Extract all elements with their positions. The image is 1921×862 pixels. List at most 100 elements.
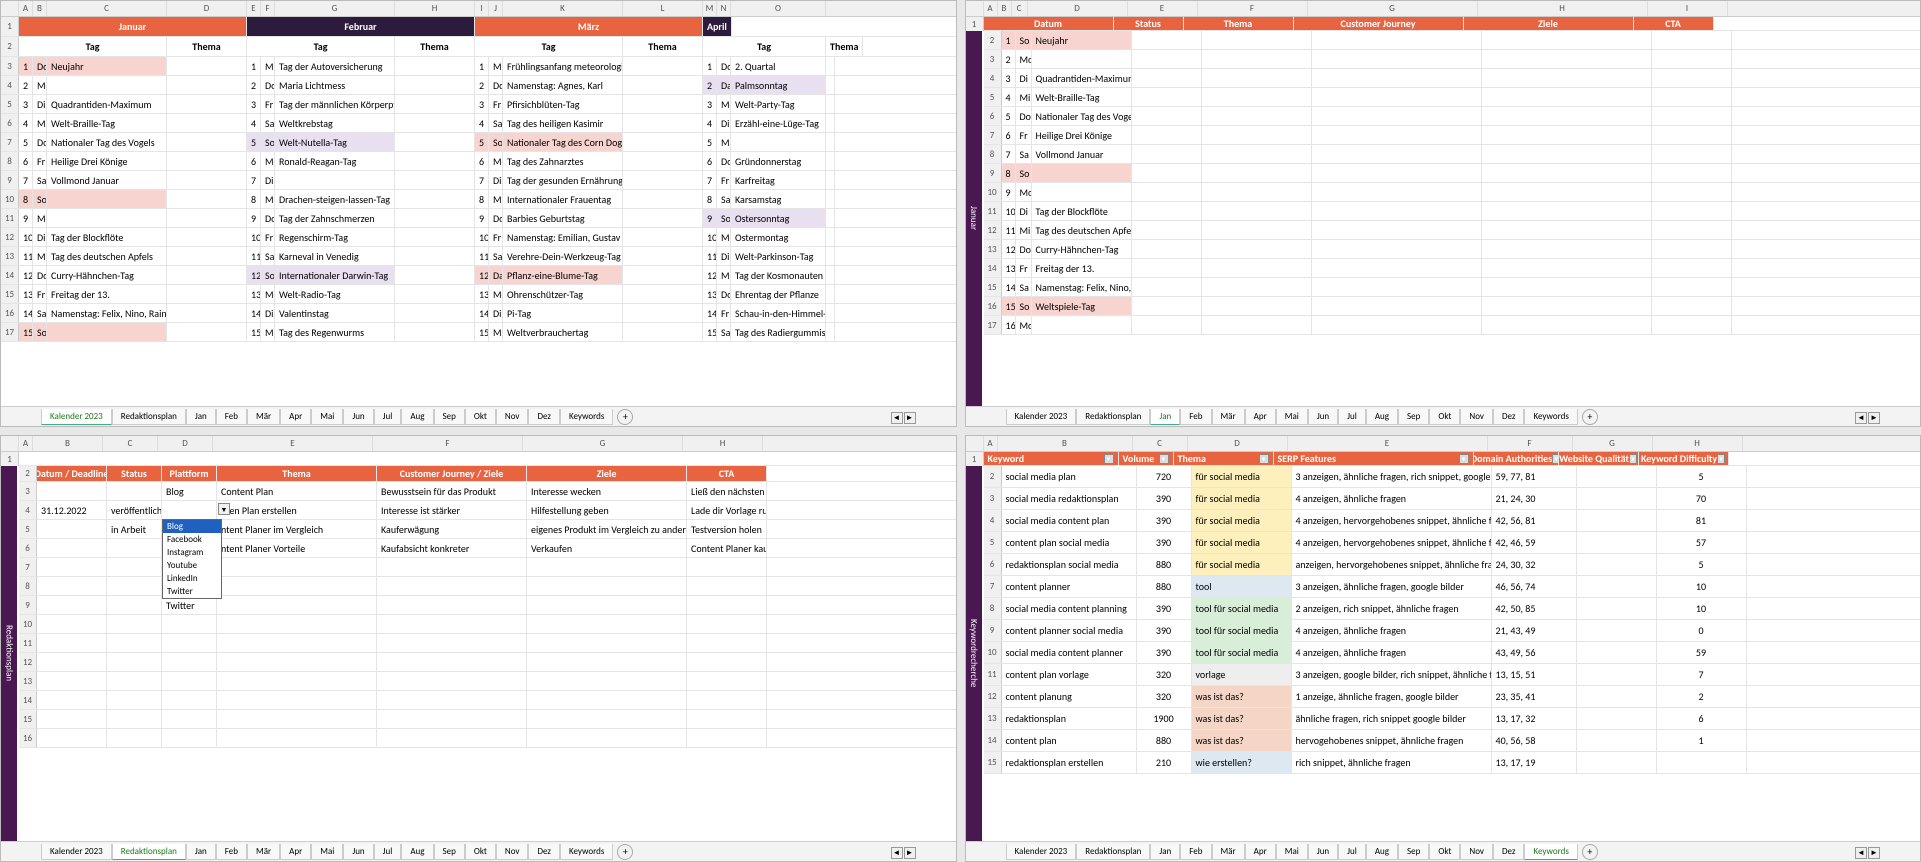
cell[interactable]: 880 [1137, 554, 1192, 575]
day-number[interactable]: 7 [247, 171, 261, 189]
dropdown-option[interactable]: Youtube [163, 559, 221, 572]
sheet-tab-kalender-2023[interactable]: Kalender 2023 [1006, 844, 1077, 860]
cell[interactable] [527, 596, 687, 614]
empty-cell[interactable] [1482, 278, 1652, 296]
weekday[interactable]: So [717, 209, 731, 227]
cell[interactable]: 46, 56, 74 [1492, 576, 1577, 597]
day-event[interactable]: Tag des Radiergummis [731, 323, 826, 341]
day-number[interactable]: 4 [247, 114, 261, 132]
cell[interactable]: 390 [1137, 598, 1192, 619]
day-event[interactable] [275, 171, 395, 189]
day-event[interactable]: Nationaler Tag des Vogels [1032, 107, 1132, 125]
cell[interactable]: 13, 17, 19 [1492, 752, 1577, 773]
empty-cell[interactable] [1312, 183, 1482, 201]
day-event[interactable] [1032, 50, 1132, 68]
thema-cell[interactable] [826, 266, 835, 284]
cell[interactable] [527, 577, 687, 595]
empty-cell[interactable] [1652, 221, 1732, 239]
empty-cell[interactable] [1312, 88, 1482, 106]
sheet-tab-jan[interactable]: Jan [186, 409, 216, 425]
cell[interactable]: 23, 35, 41 [1492, 686, 1577, 707]
sheet-tab-dez[interactable]: Dez [1493, 409, 1524, 425]
col-header[interactable]: F [261, 1, 275, 16]
filter-icon[interactable]: ▼ [1259, 454, 1269, 464]
day-event[interactable] [1032, 183, 1132, 201]
weekday[interactable]: Sa [261, 247, 275, 265]
day-number[interactable]: 5 [1002, 107, 1016, 125]
day-number[interactable]: 6 [247, 152, 261, 170]
weekday[interactable]: Mo [489, 285, 503, 303]
day-event[interactable]: Barbies Geburtstag [503, 209, 623, 227]
empty-cell[interactable] [1482, 69, 1652, 87]
empty-cell[interactable] [217, 729, 377, 747]
sheet-tab-jan[interactable]: Jan [1150, 409, 1180, 425]
cell[interactable]: 13, 17, 32 [1492, 708, 1577, 729]
day-number[interactable]: 8 [475, 190, 489, 208]
cell[interactable]: Content Plan [217, 482, 377, 500]
weekday[interactable]: Mi [33, 247, 47, 265]
empty-cell[interactable] [377, 672, 527, 690]
weekday[interactable]: Do [261, 209, 275, 227]
sheet-tab-apr[interactable]: Apr [1245, 409, 1276, 425]
thema-cell[interactable] [167, 209, 247, 227]
sheet-tab-kalender-2023[interactable]: Kalender 2023 [41, 409, 112, 425]
sheet-tab-kalender-2023[interactable]: Kalender 2023 [1006, 409, 1077, 425]
sheet-tab-redaktionsplan[interactable]: Redaktionsplan [1076, 844, 1150, 860]
cell[interactable]: 3 anzeigen, ähnliche fragen, google bild… [1292, 576, 1492, 597]
day-event[interactable]: Welt-Braille-Tag [1032, 88, 1132, 106]
cell[interactable]: nten Plan erstellen [217, 501, 377, 519]
cell[interactable] [687, 577, 767, 595]
day-event[interactable]: Welt-Party-Tag [731, 95, 826, 113]
col-header[interactable]: F [1488, 436, 1573, 451]
day-event[interactable]: 2. Quartal [731, 57, 826, 75]
sheet-tab-dez[interactable]: Dez [528, 409, 559, 425]
day-event[interactable]: Valentinstag [275, 304, 395, 322]
empty-cell[interactable] [1202, 240, 1312, 258]
col-header[interactable]: A [19, 436, 33, 451]
col-header[interactable]: F [373, 436, 523, 451]
status-cell[interactable] [1132, 278, 1202, 296]
empty-cell[interactable] [1652, 164, 1732, 182]
day-event[interactable]: Tag der Zahnschmerzen [275, 209, 395, 227]
day-event[interactable]: Erzähl-eine-Lüge-Tag [731, 114, 826, 132]
weekday[interactable]: Di [717, 114, 731, 132]
col-header[interactable]: N [717, 1, 731, 16]
weekday[interactable]: Fr [1016, 126, 1032, 144]
empty-cell[interactable] [107, 615, 162, 633]
weekday[interactable]: Mo [261, 152, 275, 170]
thema-cell[interactable] [395, 152, 475, 170]
empty-cell[interactable] [162, 634, 217, 652]
cell[interactable]: was ist das? [1192, 686, 1292, 707]
day-event[interactable]: Welt-Nutella-Tag [275, 133, 395, 151]
empty-cell[interactable] [162, 672, 217, 690]
day-number[interactable]: 10 [247, 228, 261, 246]
thema-cell[interactable] [623, 190, 703, 208]
empty-cell[interactable] [107, 653, 162, 671]
empty-cell[interactable] [1652, 202, 1732, 220]
empty-cell[interactable] [1482, 50, 1652, 68]
day-number[interactable]: 16 [1002, 316, 1016, 334]
dropdown-button[interactable]: ▼ [218, 503, 230, 515]
cell[interactable]: content plan social media [1002, 532, 1137, 553]
weekday[interactable]: Mi [261, 57, 275, 75]
empty-cell[interactable] [1482, 297, 1652, 315]
empty-cell[interactable] [1652, 259, 1732, 277]
cell[interactable]: 59 [1657, 642, 1747, 663]
sheet-tab-jun[interactable]: Jun [343, 844, 373, 860]
day-event[interactable]: Tag der gesunden Ernährung [503, 171, 623, 189]
cell[interactable]: Blog [162, 482, 217, 500]
cell[interactable] [1577, 664, 1657, 685]
thema-cell[interactable] [395, 133, 475, 151]
empty-cell[interactable] [1652, 88, 1732, 106]
sheet-tab-mai[interactable]: Mai [1276, 409, 1308, 425]
empty-cell[interactable] [217, 653, 377, 671]
sheet-tab-aug[interactable]: Aug [401, 844, 433, 860]
thema-cell[interactable] [167, 95, 247, 113]
weekday[interactable]: So [489, 133, 503, 151]
weekday[interactable]: Di [1016, 202, 1032, 220]
cell[interactable]: 13, 15, 51 [1492, 664, 1577, 685]
col-header[interactable]: J [489, 1, 503, 16]
weekday[interactable]: So [1016, 297, 1032, 315]
thema-cell[interactable] [623, 95, 703, 113]
empty-cell[interactable] [217, 710, 377, 728]
